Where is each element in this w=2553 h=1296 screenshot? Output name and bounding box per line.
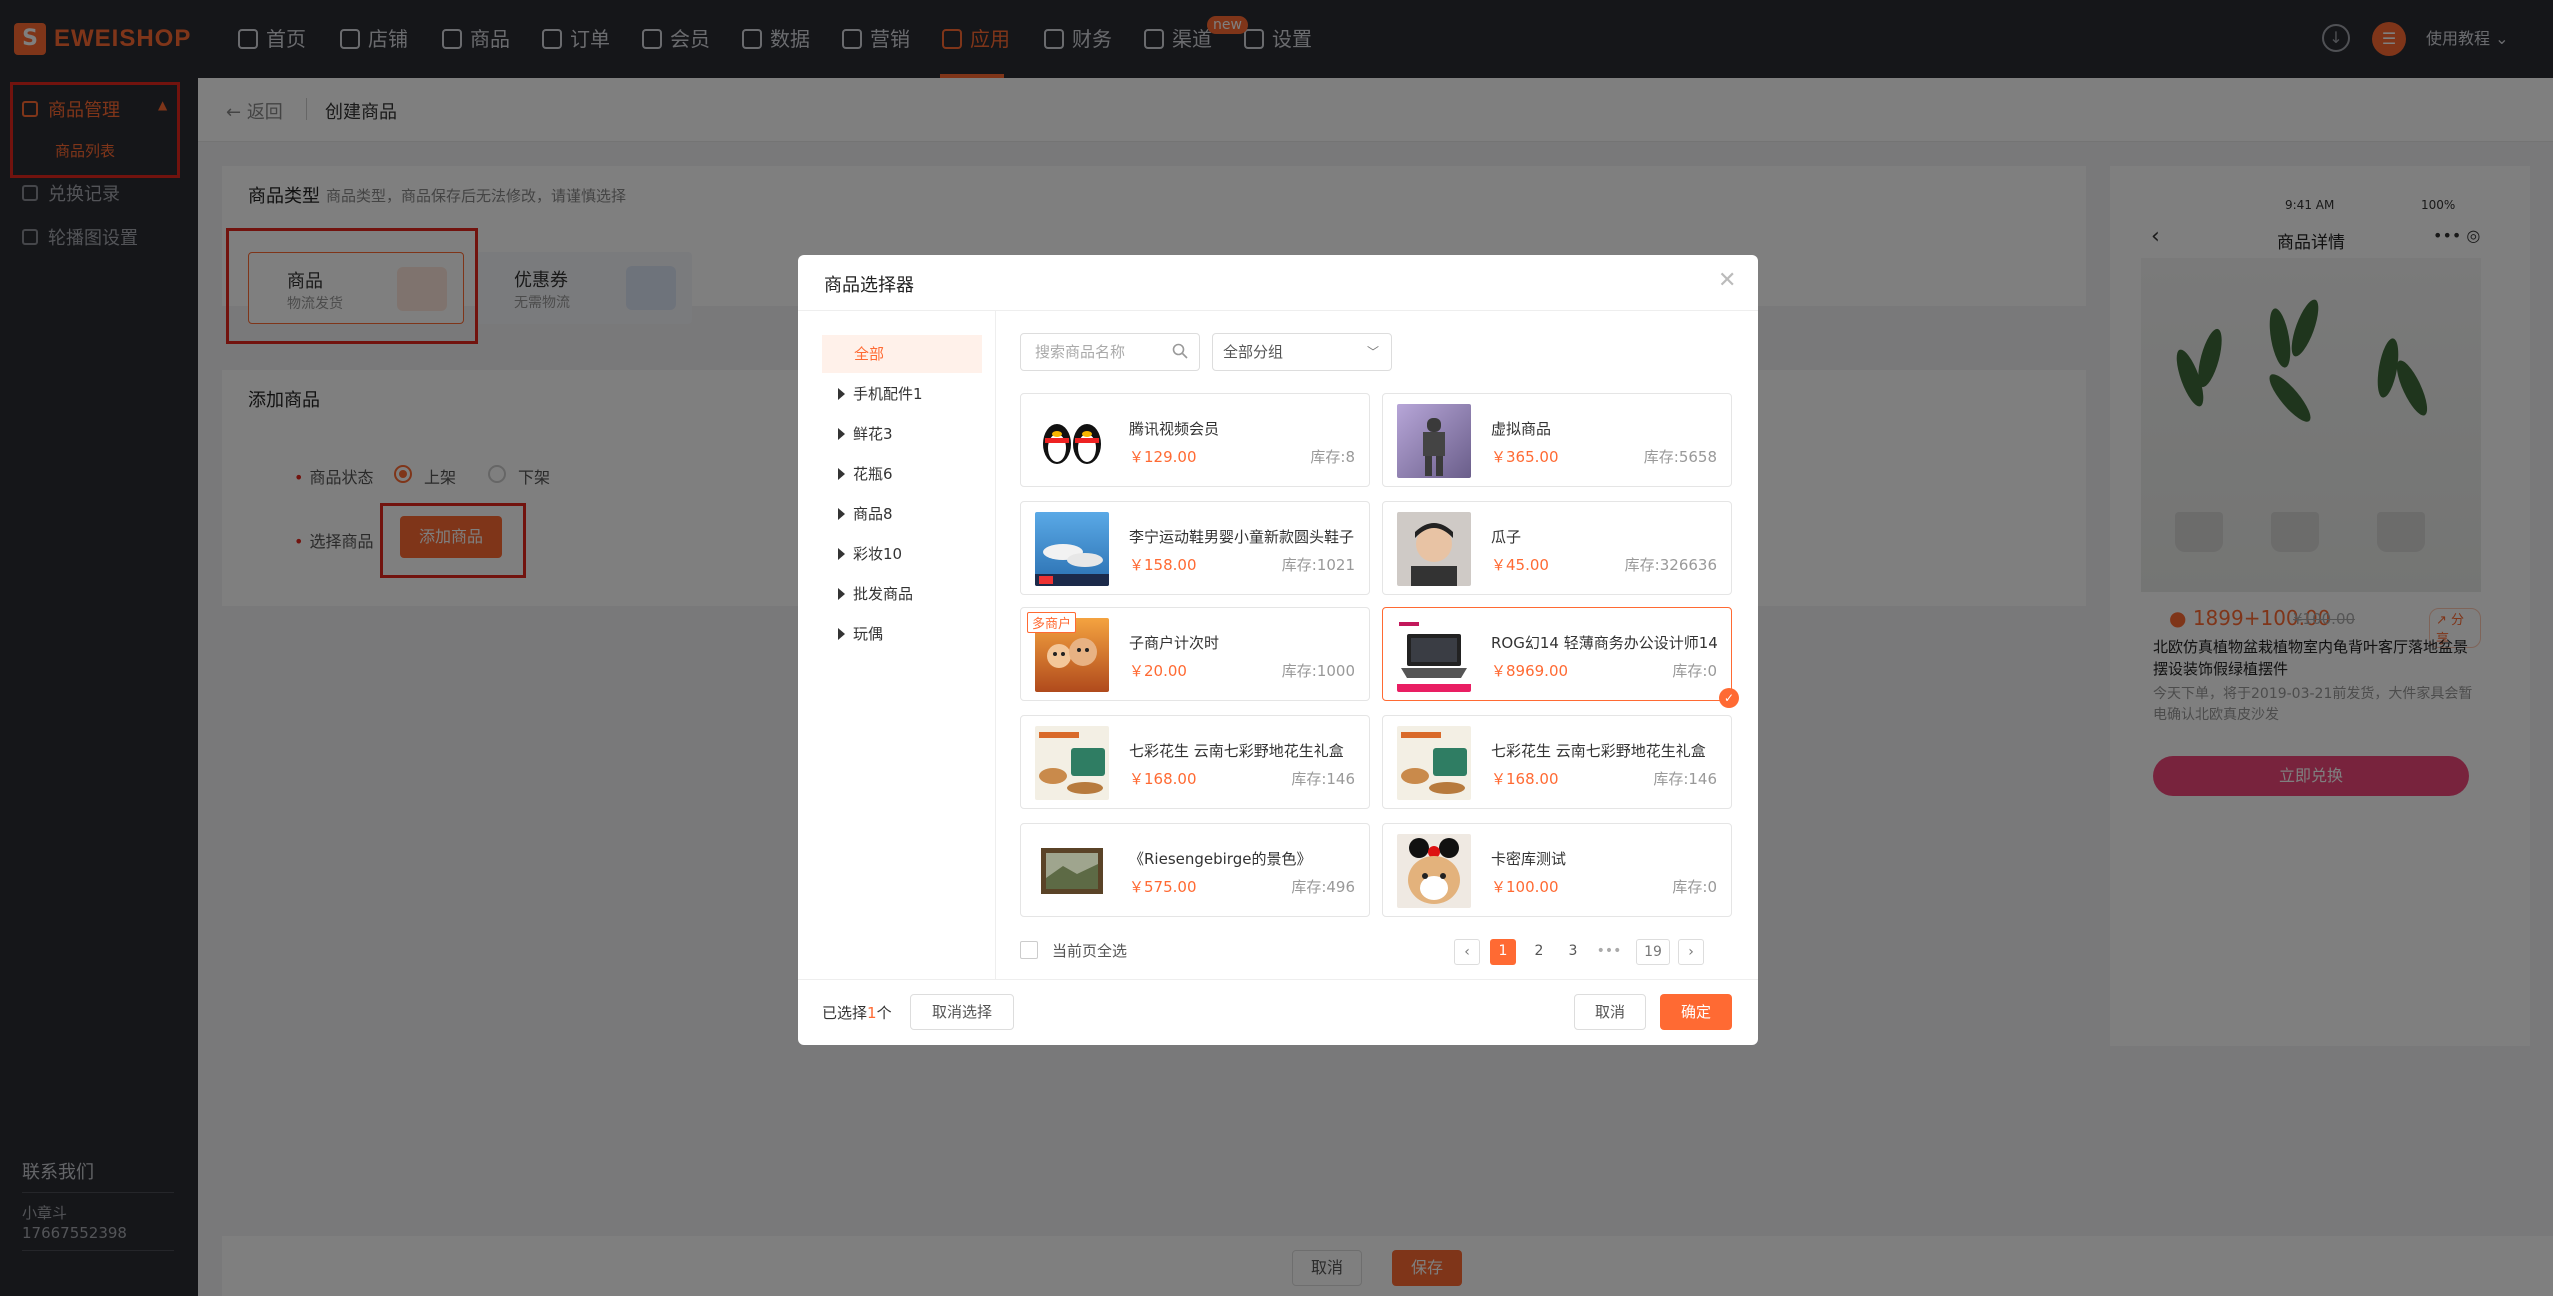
close-icon[interactable]: ✕ <box>1718 269 1736 293</box>
goods-stock: 库存:496 <box>1291 878 1355 896</box>
goods-price: ￥20.00 <box>1129 662 1187 680</box>
goods-name: 七彩花生 云南七彩野地花生礼盒 <box>1129 742 1344 760</box>
goods-name: 瓜子 <box>1491 528 1522 546</box>
goods-name: 卡密库测试 <box>1491 850 1567 868</box>
goods-stock: 库存:5658 <box>1643 448 1717 466</box>
prev-page-button[interactable]: ‹ <box>1454 939 1480 965</box>
goods-card[interactable]: 瓜子 ￥45.00 库存:326636 <box>1382 501 1732 595</box>
goods-card[interactable]: 多商户 子商户计次时 ￥20.00 库存:1000 <box>1020 607 1370 701</box>
clear-selection-button[interactable]: 取消选择 <box>910 994 1014 1030</box>
goods-name: 李宁运动鞋男婴小童新款圆头鞋子 <box>1129 528 1355 546</box>
goods-card-selected[interactable]: ROG幻14 轻薄商务办公设计师14 ￥8969.00 库存:0 ✓ <box>1382 607 1739 708</box>
page-2[interactable]: 2 <box>1526 939 1552 965</box>
goods-price: ￥100.00 <box>1491 878 1559 896</box>
goods-stock: 库存:8 <box>1310 448 1355 466</box>
goods-name: ROG幻14 轻薄商务办公设计师14 <box>1491 634 1718 652</box>
chevron-down-icon: ﹀ <box>1366 345 1379 359</box>
goods-card[interactable]: 李宁运动鞋男婴小童新款圆头鞋子 ￥158.00 库存:1021 <box>1020 501 1370 595</box>
select-all-label: 当前页全选 <box>1052 942 1128 960</box>
goods-thumbnail <box>1035 834 1109 908</box>
goods-stock: 库存:146 <box>1291 770 1355 788</box>
goods-thumbnail <box>1035 512 1109 586</box>
modal-footer: 已选择1个 取消选择 取消 确定 <box>798 979 1758 1045</box>
goods-card[interactable]: 七彩花生 云南七彩野地花生礼盒 ￥168.00 库存:146 <box>1382 715 1732 809</box>
goods-stock: 库存:0 <box>1672 662 1717 680</box>
caret-right-icon <box>838 428 845 440</box>
goods-price: ￥129.00 <box>1129 448 1197 466</box>
goods-name: 腾讯视频会员 <box>1129 420 1220 438</box>
goods-card[interactable]: 虚拟商品 ￥365.00 库存:5658 <box>1382 393 1732 487</box>
multi-merchant-tag: 多商户 <box>1027 612 1077 633</box>
tree-item[interactable]: 手机配件1 <box>838 383 923 404</box>
goods-thumbnail <box>1397 512 1471 586</box>
caret-right-icon <box>838 508 845 520</box>
goods-stock: 库存:146 <box>1653 770 1717 788</box>
goods-thumbnail <box>1397 726 1471 800</box>
caret-right-icon <box>838 548 845 560</box>
next-page-button[interactable]: › <box>1678 939 1704 965</box>
goods-selector-modal: 商品选择器 ✕ 全部 手机配件1 鲜花3 花瓶6 商品8 彩妆10 批发商品 玩… <box>798 255 1758 1045</box>
goods-thumbnail <box>1035 404 1109 478</box>
modal-cancel-button[interactable]: 取消 <box>1574 994 1646 1030</box>
goods-stock: 库存:0 <box>1672 878 1717 896</box>
category-tree: 全部 手机配件1 鲜花3 花瓶6 商品8 彩妆10 批发商品 玩偶 <box>798 311 996 979</box>
tree-item-all[interactable]: 全部 <box>822 335 982 373</box>
check-icon: ✓ <box>1719 688 1739 708</box>
goods-thumbnail <box>1397 834 1471 908</box>
goods-price: ￥168.00 <box>1491 770 1559 788</box>
tree-item[interactable]: 批发商品 <box>838 583 913 604</box>
tree-item[interactable]: 鲜花3 <box>838 423 893 444</box>
page-1[interactable]: 1 <box>1490 939 1516 965</box>
select-all-checkbox[interactable] <box>1020 941 1038 959</box>
caret-right-icon <box>838 388 845 400</box>
modal-header: 商品选择器 ✕ <box>798 255 1758 311</box>
goods-card[interactable]: 卡密库测试 ￥100.00 库存:0 <box>1382 823 1732 917</box>
tree-item[interactable]: 玩偶 <box>838 623 883 644</box>
goods-card[interactable]: 《Riesengebirge的景色》 ￥575.00 库存:496 <box>1020 823 1370 917</box>
goods-name: 虚拟商品 <box>1491 420 1552 438</box>
tree-item[interactable]: 商品8 <box>838 503 893 524</box>
goods-card[interactable]: 腾讯视频会员 ￥129.00 库存:8 <box>1020 393 1370 487</box>
caret-right-icon <box>838 468 845 480</box>
goods-stock: 库存:1000 <box>1281 662 1355 680</box>
caret-right-icon <box>838 628 845 640</box>
search-icon[interactable] <box>1172 343 1188 359</box>
selected-count: 已选择1个 <box>822 1004 892 1022</box>
goods-thumbnail <box>1397 404 1471 478</box>
page-19[interactable]: 19 <box>1636 939 1670 965</box>
goods-name: 七彩花生 云南七彩野地花生礼盒 <box>1491 742 1706 760</box>
goods-price: ￥365.00 <box>1491 448 1559 466</box>
tree-item[interactable]: 花瓶6 <box>838 463 893 484</box>
goods-stock: 库存:326636 <box>1624 556 1717 574</box>
goods-card[interactable]: 七彩花生 云南七彩野地花生礼盒 ￥168.00 库存:146 <box>1020 715 1370 809</box>
goods-price: ￥168.00 <box>1129 770 1197 788</box>
goods-stock: 库存:1021 <box>1281 556 1355 574</box>
modal-confirm-button[interactable]: 确定 <box>1660 994 1732 1030</box>
group-select[interactable]: 全部分组 ﹀ <box>1212 333 1392 371</box>
goods-price: ￥575.00 <box>1129 878 1197 896</box>
goods-price: ￥8969.00 <box>1491 662 1569 680</box>
goods-thumbnail <box>1035 726 1109 800</box>
page-ellipsis[interactable]: ••• <box>1596 939 1622 965</box>
caret-right-icon <box>838 588 845 600</box>
goods-name: 《Riesengebirge的景色》 <box>1129 850 1312 868</box>
goods-thumbnail <box>1397 618 1471 692</box>
goods-price: ￥45.00 <box>1491 556 1549 574</box>
page-3[interactable]: 3 <box>1560 939 1586 965</box>
tree-item[interactable]: 彩妆10 <box>838 543 902 564</box>
modal-title: 商品选择器 <box>824 275 914 296</box>
goods-name: 子商户计次时 <box>1129 634 1220 652</box>
goods-price: ￥158.00 <box>1129 556 1197 574</box>
